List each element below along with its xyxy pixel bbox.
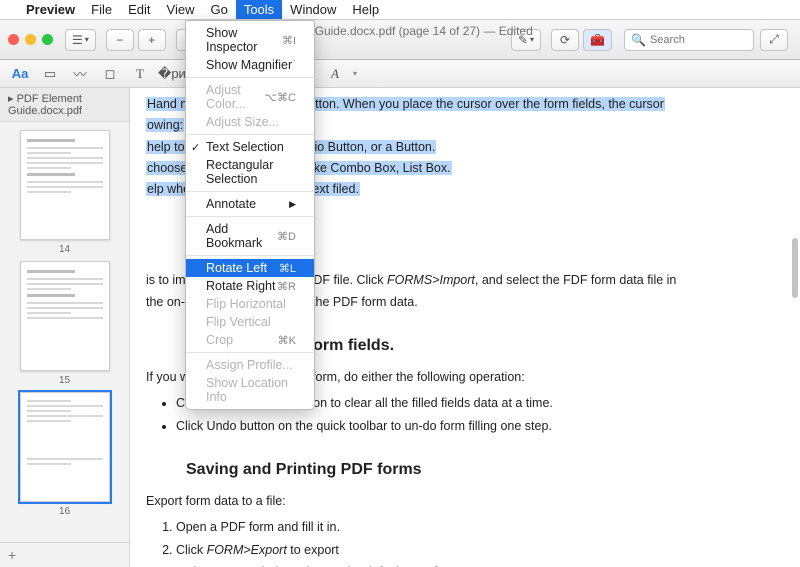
search-field[interactable]: 🔍 — [624, 29, 754, 51]
menu-file[interactable]: File — [83, 0, 120, 19]
window-controls — [8, 34, 53, 45]
menu-item-flip-vertical: Flip Vertical — [186, 313, 314, 331]
menu-item-text-selection[interactable]: ✓Text Selection — [186, 138, 314, 156]
sketch-tool-button[interactable]: 〰 — [68, 64, 92, 83]
selected-text: owing: — [146, 118, 184, 132]
system-menubar: Preview File Edit View Go Tools Window H… — [0, 0, 800, 20]
page-number-label: 14 — [20, 244, 110, 255]
menu-item-annotate[interactable]: Annotate▶ — [186, 195, 314, 213]
highlight-button[interactable]: ✎▾ — [511, 29, 541, 51]
list-item: Click FORM>Export to export — [176, 539, 770, 562]
add-page-button[interactable]: + — [0, 542, 129, 567]
section-heading: Saving and Printing PDF forms — [186, 461, 770, 479]
list-item: Open a PDF form and fill it in. — [176, 516, 770, 539]
app-name[interactable]: Preview — [18, 0, 83, 19]
text-tool-button[interactable]: T — [128, 66, 152, 82]
page-thumbnail[interactable]: 15 — [20, 261, 110, 386]
numbered-list: Open a PDF form and fill it in. Click FO… — [158, 516, 770, 567]
window-toolbar: ☰▾ − + ⇧ Element Guide.docx.pdf (page 14… — [0, 20, 800, 60]
zoom-out-button[interactable]: − — [106, 29, 134, 51]
menu-item-adjust-size: Adjust Size... — [186, 113, 314, 131]
menu-go[interactable]: Go — [202, 0, 235, 19]
sidebar-document-tab[interactable]: ▸ PDF Element Guide.docx.pdf — [0, 88, 129, 122]
shapes-tool-button[interactable]: ◻ — [98, 66, 122, 82]
text-style-button[interactable]: Aa — [8, 66, 32, 81]
menu-window[interactable]: Window — [282, 0, 344, 19]
list-item: In the pop up window, choose the default… — [176, 561, 770, 567]
page-number-label: 15 — [20, 375, 110, 386]
rotate-button[interactable]: ⟳ — [551, 29, 579, 51]
fullscreen-button[interactable]: ⤢ — [760, 29, 788, 51]
search-icon: 🔍 — [631, 33, 646, 47]
sidebar-view-button[interactable]: ☰▾ — [65, 29, 96, 51]
selection-tool-button[interactable]: ▭ — [38, 66, 62, 82]
menu-tools[interactable]: Tools — [236, 0, 282, 19]
zoom-in-button[interactable]: + — [138, 29, 166, 51]
minimize-window-button[interactable] — [25, 34, 36, 45]
menu-item-assign-profile: Assign Profile... — [186, 356, 314, 374]
menu-item-rotate-right[interactable]: Rotate Right⌘R — [186, 277, 314, 295]
text-format-button[interactable]: A — [323, 66, 347, 82]
close-window-button[interactable] — [8, 34, 19, 45]
tools-menu-dropdown: Show Inspector⌘IShow Magnifier` Adjust Co… — [185, 20, 315, 410]
menu-item-adjust-color: Adjust Color...⌥⌘C — [186, 81, 314, 113]
menu-item-rectangular-selection[interactable]: Rectangular Selection — [186, 156, 314, 188]
search-input[interactable] — [650, 34, 740, 46]
page-thumbnail[interactable]: 16 — [20, 392, 110, 517]
page-number-label: 16 — [20, 506, 110, 517]
menu-item-show-magnifier[interactable]: Show Magnifier` — [186, 56, 314, 74]
vertical-scrollbar[interactable] — [792, 238, 798, 298]
menu-item-flip-horizontal: Flip Horizontal — [186, 295, 314, 313]
list-item: Click Undo button on the quick toolbar t… — [176, 415, 770, 438]
menu-help[interactable]: Help — [344, 0, 387, 19]
menu-item-show-location-info: Show Location Info — [186, 374, 314, 406]
menu-item-add-bookmark[interactable]: Add Bookmark⌘D — [186, 220, 314, 252]
markup-toolbar: Aa ▭ 〰 ◻ T �ритage ▤ — ◻ ◼ A ▾ — [0, 60, 800, 88]
sign-tool-button[interactable]: �ритage — [158, 66, 182, 82]
menu-view[interactable]: View — [159, 0, 203, 19]
body-text: Export form data to a file: — [146, 491, 770, 512]
thumbnails-sidebar: ▸ PDF Element Guide.docx.pdf 14 15 — [0, 88, 130, 567]
page-thumbnail[interactable]: 14 — [20, 130, 110, 255]
menu-item-crop: Crop⌘K — [186, 331, 314, 349]
menu-item-show-inspector[interactable]: Show Inspector⌘I — [186, 24, 314, 56]
menu-item-rotate-left[interactable]: Rotate Left⌘L — [186, 259, 314, 277]
zoom-window-button[interactable] — [42, 34, 53, 45]
markup-toolbar-button[interactable]: 🧰 — [583, 29, 612, 51]
menu-edit[interactable]: Edit — [120, 0, 158, 19]
